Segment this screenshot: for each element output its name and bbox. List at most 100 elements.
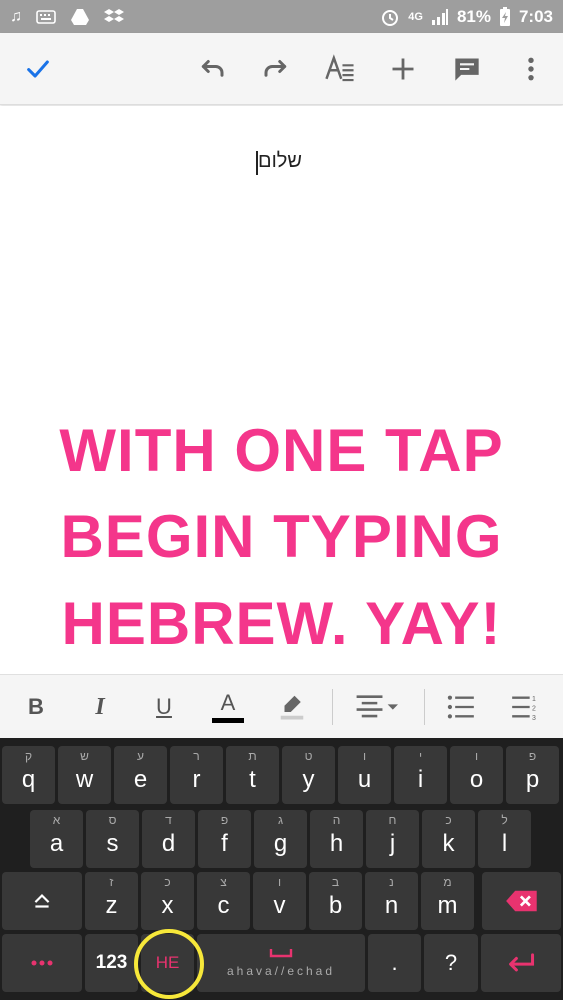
comment-button[interactable]: [445, 47, 489, 91]
promo-line-2: BEGIN TYPING: [60, 503, 503, 570]
bold-button[interactable]: B: [14, 685, 58, 729]
key-label: k: [442, 830, 455, 857]
status-bar: ♫ 4G 81% 7:03: [0, 0, 563, 33]
key-f[interactable]: פf: [198, 810, 251, 868]
enter-key[interactable]: [481, 934, 561, 992]
key-label: c: [217, 892, 230, 919]
numbered-list-icon: 1 2 3: [512, 696, 536, 720]
battery-percent: 81%: [456, 6, 491, 26]
key-label: p: [525, 766, 540, 793]
key-r[interactable]: רr: [170, 746, 223, 804]
key-v[interactable]: וv: [253, 872, 306, 930]
key-h[interactable]: הh: [310, 810, 363, 868]
key-s[interactable]: סs: [86, 810, 139, 868]
key-hint: כ: [164, 875, 171, 889]
key-label: f: [221, 830, 228, 857]
key-j[interactable]: חj: [366, 810, 419, 868]
key-hint: ז: [109, 875, 114, 889]
done-button[interactable]: [16, 47, 60, 91]
key-z[interactable]: זz: [85, 872, 138, 930]
text-color-label: A: [220, 689, 236, 715]
svg-text:3: 3: [532, 715, 536, 720]
bulleted-list-icon: [447, 695, 474, 719]
key-hint: ג: [277, 813, 284, 827]
key-label: u: [357, 766, 372, 793]
highlight-button[interactable]: [270, 685, 314, 729]
key-label: e: [133, 766, 148, 793]
key-q[interactable]: קq: [2, 746, 55, 804]
key-w[interactable]: שw: [58, 746, 111, 804]
emoji-more-key[interactable]: [2, 934, 82, 992]
space-key[interactable]: ahava//echad: [197, 934, 365, 992]
key-hint: ע: [137, 749, 144, 763]
promo-line-1: WITH ONE TAP: [59, 417, 504, 484]
undo-icon: [201, 60, 224, 77]
key-n[interactable]: נn: [365, 872, 418, 930]
key-d[interactable]: דd: [142, 810, 195, 868]
key-g[interactable]: גg: [254, 810, 307, 868]
key-label: z: [105, 892, 118, 919]
key-x[interactable]: כx: [141, 872, 194, 930]
format-separator: [424, 689, 425, 725]
key-o[interactable]: וo: [450, 746, 503, 804]
keyboard: קqשwעeרrתtטyוuיiוoפpאaסsדdפfגgהhחjכkלlזz…: [0, 738, 563, 1000]
insert-button[interactable]: [381, 47, 425, 91]
align-button[interactable]: [354, 685, 398, 729]
italic-button[interactable]: I: [78, 685, 122, 729]
key-label: i: [417, 766, 424, 793]
svg-text:2: 2: [532, 706, 536, 713]
period-key[interactable]: .: [368, 934, 421, 992]
numbered-list-button[interactable]: 1 2 3: [503, 685, 547, 729]
key-hint: ש: [80, 749, 89, 763]
document-text[interactable]: שלום: [258, 150, 302, 173]
key-k[interactable]: כk: [422, 810, 475, 868]
highlighter-icon: [280, 695, 304, 720]
undo-button[interactable]: [190, 47, 234, 91]
key-u[interactable]: וu: [338, 746, 391, 804]
key-hint: ט: [304, 749, 313, 763]
key-t[interactable]: תt: [226, 746, 279, 804]
key-label: n: [384, 892, 399, 919]
numbers-label: 123: [95, 952, 128, 973]
period-label: .: [391, 950, 398, 975]
space-icon: [269, 949, 293, 958]
key-hint: ק: [24, 749, 33, 763]
text-color-button[interactable]: A: [206, 685, 250, 729]
enter-icon: [509, 953, 535, 972]
underline-button[interactable]: U: [142, 685, 186, 729]
key-l[interactable]: לl: [478, 810, 531, 868]
key-hint: ו: [474, 749, 479, 763]
backspace-key[interactable]: [482, 872, 561, 930]
key-label: s: [106, 830, 119, 857]
key-label: q: [21, 766, 36, 793]
key-y[interactable]: טy: [282, 746, 335, 804]
key-label: j: [389, 830, 396, 857]
battery-charging-icon: [499, 6, 510, 26]
key-label: r: [192, 766, 201, 793]
align-center-icon: [356, 695, 398, 718]
key-m[interactable]: מm: [421, 872, 474, 930]
key-e[interactable]: עe: [114, 746, 167, 804]
shift-icon: [34, 893, 50, 908]
bulleted-list-button[interactable]: [439, 685, 483, 729]
text-format-button[interactable]: [318, 47, 362, 91]
key-i[interactable]: יi: [394, 746, 447, 804]
question-key[interactable]: ?: [424, 934, 478, 992]
key-label: y: [302, 766, 315, 793]
more-options-button[interactable]: [509, 47, 553, 91]
underline-label: U: [156, 694, 172, 719]
redo-button[interactable]: [254, 47, 298, 91]
key-c[interactable]: צc: [197, 872, 250, 930]
key-label: a: [49, 830, 64, 857]
key-a[interactable]: אa: [30, 810, 83, 868]
shift-key[interactable]: [2, 872, 82, 930]
key-hint: ר: [193, 749, 200, 763]
key-p[interactable]: פp: [506, 746, 559, 804]
numbers-key[interactable]: 123: [85, 934, 138, 992]
key-label: t: [249, 766, 256, 793]
key-b[interactable]: בb: [309, 872, 362, 930]
key-hint: ל: [501, 813, 508, 827]
document-body[interactable]: שלום WITH ONE TAP BEGIN TYPING HEBREW. Y…: [0, 106, 563, 674]
question-label: ?: [444, 950, 458, 975]
key-hint: ו: [277, 875, 282, 889]
